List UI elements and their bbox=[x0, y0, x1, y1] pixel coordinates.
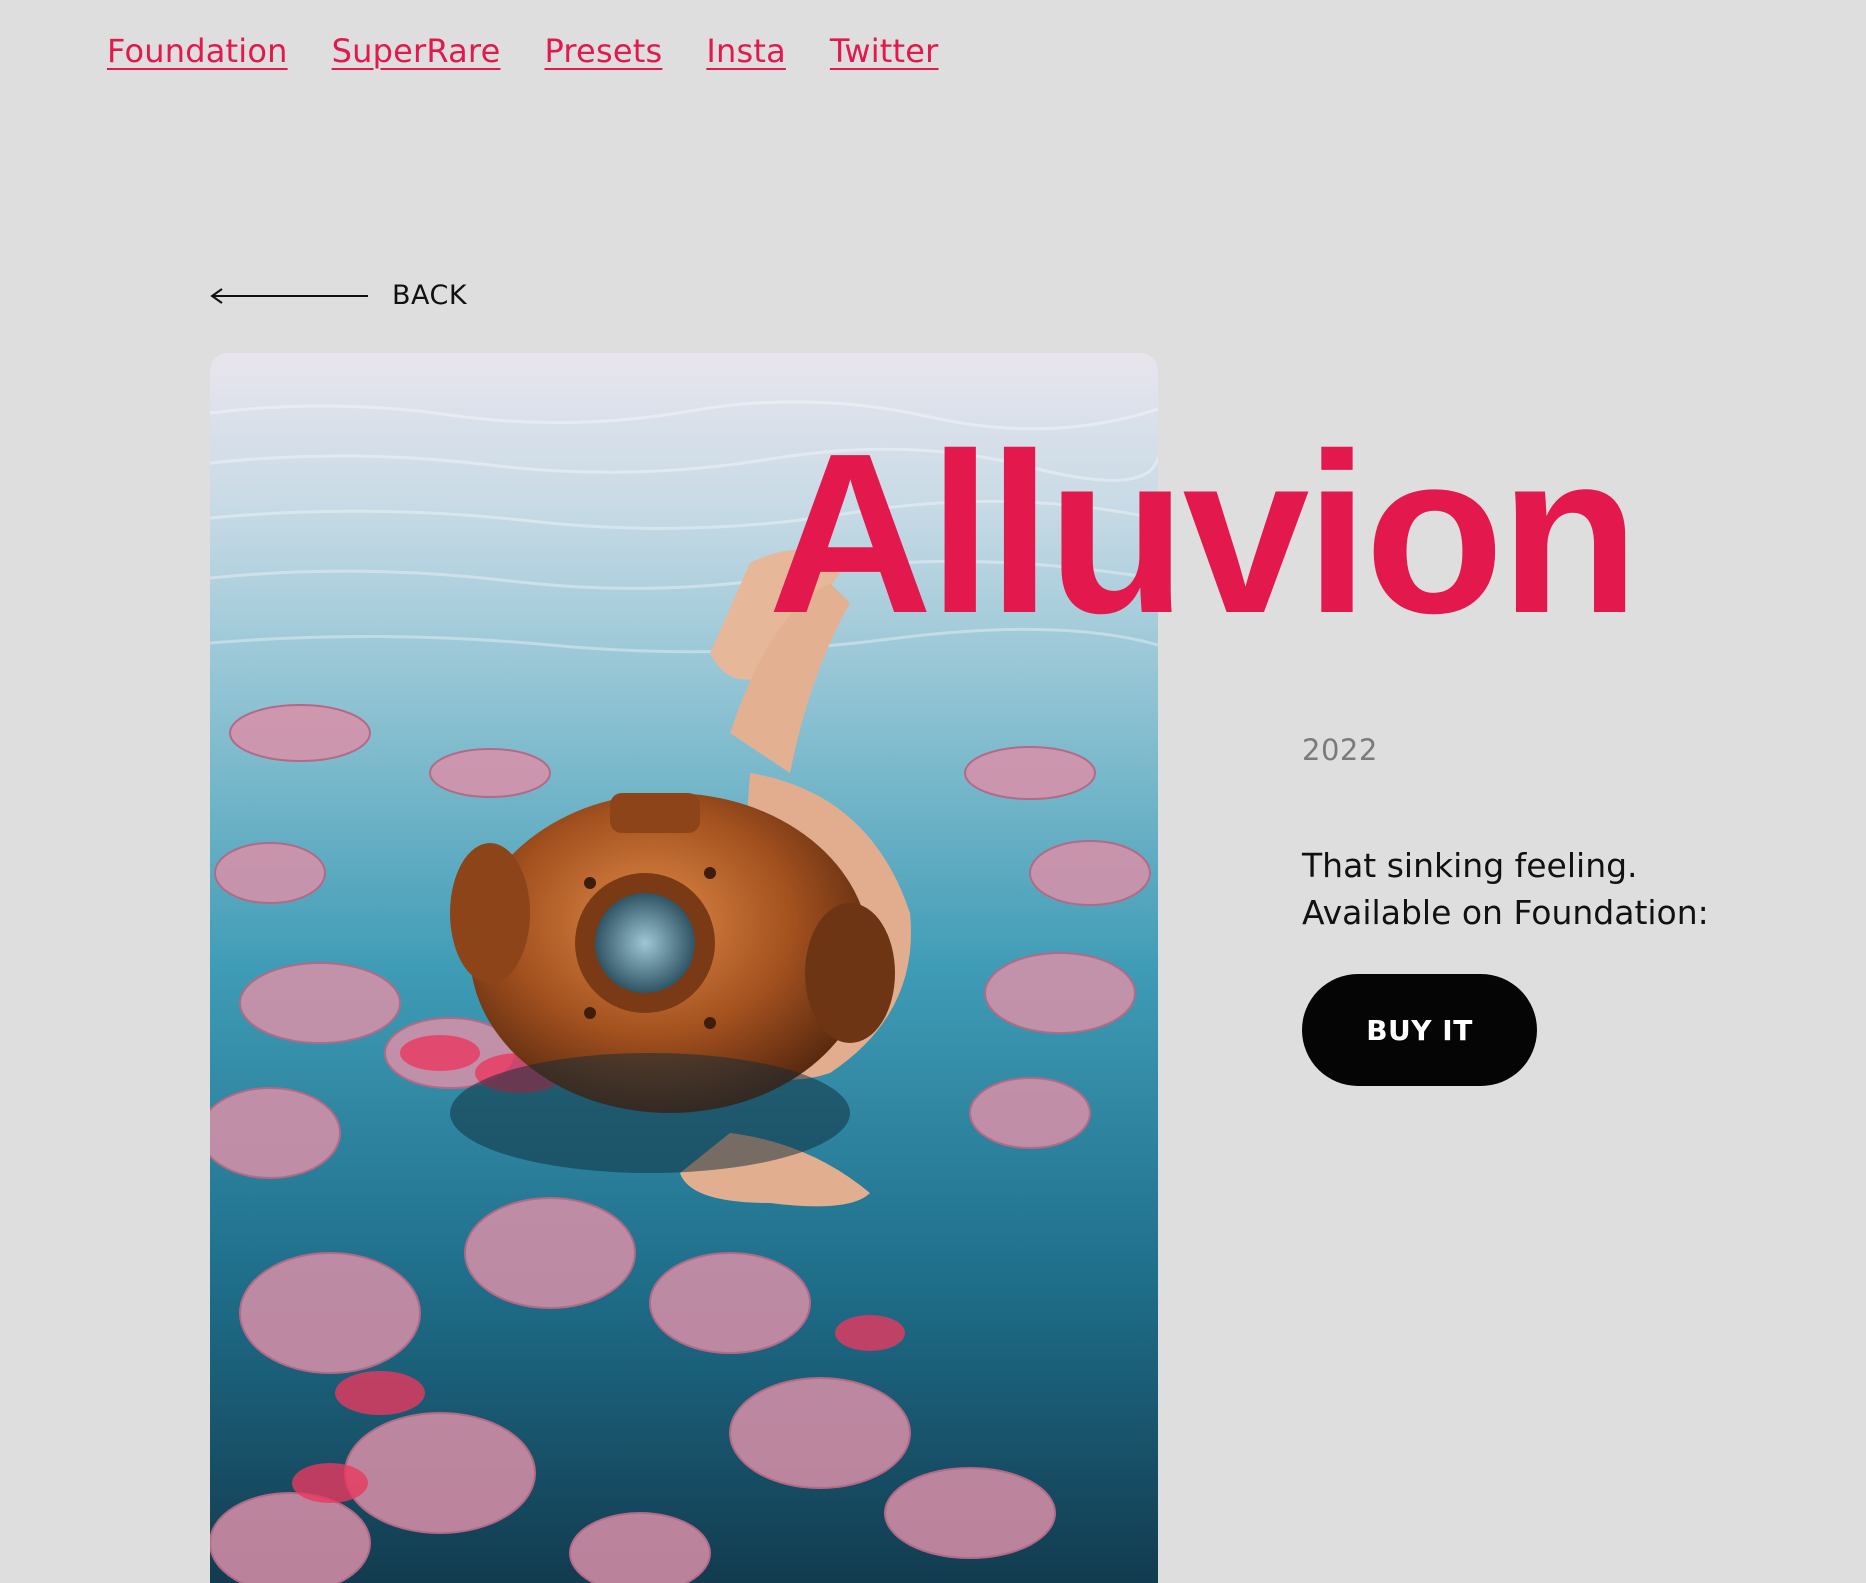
artwork-description: That sinking feeling. Available on Found… bbox=[1302, 842, 1709, 936]
arrow-left-icon bbox=[210, 287, 368, 304]
nav-link-insta[interactable]: Insta bbox=[706, 32, 786, 70]
buy-button[interactable]: BUY IT bbox=[1302, 974, 1537, 1086]
nav-link-twitter[interactable]: Twitter bbox=[830, 32, 939, 70]
back-link[interactable]: BACK bbox=[210, 280, 467, 311]
back-label: BACK bbox=[392, 280, 468, 311]
artwork-title: Alluvion bbox=[768, 407, 1639, 661]
top-nav: Foundation SuperRare Presets Insta Twitt… bbox=[107, 32, 939, 70]
artwork-year: 2022 bbox=[1302, 733, 1378, 767]
description-line-1: That sinking feeling. bbox=[1302, 846, 1638, 885]
nav-link-presets[interactable]: Presets bbox=[544, 32, 662, 70]
description-line-2: Available on Foundation: bbox=[1302, 893, 1709, 932]
nav-link-superrare[interactable]: SuperRare bbox=[332, 32, 501, 70]
nav-link-foundation[interactable]: Foundation bbox=[107, 32, 288, 70]
